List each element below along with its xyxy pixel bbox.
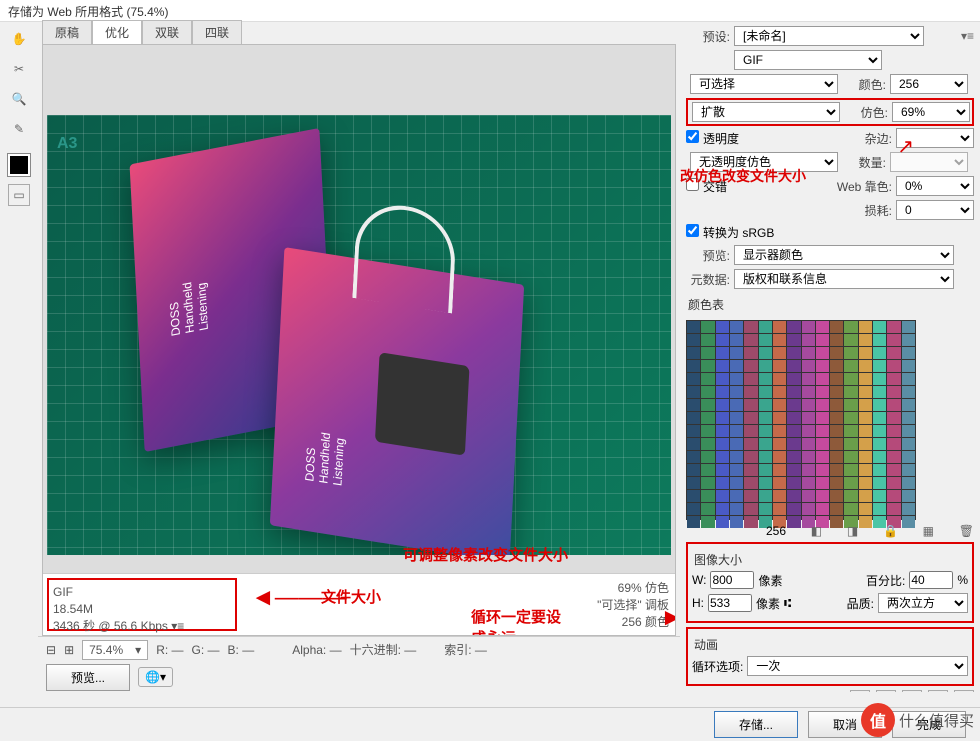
width-input[interactable] (710, 571, 754, 589)
last-frame-icon[interactable]: ⏭ (954, 690, 974, 692)
dither-highlight: 扩散 仿色: 69% (686, 98, 974, 126)
mat-label: A3 (57, 135, 77, 153)
foreground-swatch[interactable] (8, 154, 30, 176)
quality-select[interactable]: 两次立方 (878, 593, 968, 613)
lock-icon[interactable]: 🔒 (883, 524, 898, 538)
annotation-loop: 循环一定要设成永远 (471, 606, 575, 636)
new-icon[interactable]: ▦ (923, 524, 934, 538)
preview-canvas: A3 DOSSHandheldListening DOSSHandheldLis… (42, 44, 676, 636)
loop-select[interactable]: 一次 (747, 656, 968, 676)
height-input[interactable] (708, 594, 752, 612)
save-button[interactable]: 存储... (714, 711, 798, 738)
panel-menu-icon[interactable]: ▾≡ (961, 29, 974, 43)
ct-icon-2[interactable]: ◨ (847, 524, 858, 538)
transparency-check[interactable]: 透明度 (686, 130, 739, 147)
websnap-select[interactable]: 0% (896, 176, 974, 196)
preview-button[interactable]: 预览... (46, 664, 130, 691)
view-tabs: 原稿 优化 双联 四联 (38, 22, 680, 44)
tool-column: ✋ ✂ 🔍 ✎ ▭ (0, 22, 38, 692)
srgb-check[interactable]: 转换为 sRGB (686, 224, 774, 241)
hand-tool-icon[interactable]: ✋ (8, 28, 30, 50)
annotation-dither: 可改仿色改变文件大小 (680, 166, 806, 186)
status-bar: ⊟ ⊞ 75.4%▾ R: —G: —B: — Alpha: — 十六进制: —… (38, 636, 680, 662)
info-bar: GIF 18.54M 3436 秒 @ 56.6 Kbps ▾≡ 文件大小 ◄—… (43, 573, 675, 635)
footer: 存储... 取消 完成 (0, 707, 980, 741)
annotation-pixel: 可调整像素改变文件大小 (403, 544, 568, 565)
image-size-section: 图像大小 W:像素 百分比:% H:像素 ⑆ 品质:两次立方 (686, 542, 974, 623)
metadata-select[interactable]: 版权和联系信息 (734, 269, 954, 289)
preview-profile-select[interactable]: 显示器颜色 (734, 245, 954, 265)
lossy-select[interactable]: 0 (896, 200, 974, 220)
settings-panel: 预设: [未命名] ▾≡ GIF 可选择 颜色: 256 扩散 仿色: 69% … (680, 22, 980, 692)
tab-2up[interactable]: 双联 (142, 20, 192, 44)
tab-4up[interactable]: 四联 (192, 20, 242, 44)
preset-select[interactable]: [未命名] (734, 26, 924, 46)
trash-icon[interactable]: 🗑 (959, 524, 974, 538)
ct-icon-1[interactable]: ◧ (811, 524, 822, 538)
animation-section: 动画 循环选项: 一次 (686, 627, 974, 686)
link-icon[interactable]: ⑆ (784, 596, 791, 610)
color-table-title: 颜色表 (686, 293, 974, 316)
first-frame-icon[interactable]: ⏮ (850, 690, 870, 692)
dither-type-select[interactable]: 扩散 (692, 102, 840, 122)
slice-tool-icon[interactable]: ✂ (8, 58, 30, 80)
eyedropper-tool-icon[interactable]: ✎ (8, 118, 30, 140)
tab-original[interactable]: 原稿 (42, 20, 92, 44)
prev-frame-icon[interactable]: ◀ (876, 690, 896, 692)
window-title: 存储为 Web 所用格式 (75.4%) (0, 0, 980, 22)
dither-amount-select[interactable]: 69% (892, 102, 970, 122)
next-frame-icon[interactable]: ▶ (928, 690, 948, 692)
file-info-box: GIF 18.54M 3436 秒 @ 56.6 Kbps ▾≡ (47, 578, 237, 631)
zoom-out-icon[interactable]: ⊟ (46, 643, 56, 657)
frame-counter: 1/103 (814, 691, 844, 692)
color-table[interactable] (686, 320, 916, 520)
percent-input[interactable] (909, 571, 953, 589)
zoom-select[interactable]: 75.4%▾ (82, 640, 148, 660)
reduction-select[interactable]: 可选择 (690, 74, 838, 94)
colors-select[interactable]: 256 (890, 74, 968, 94)
zoom-tool-icon[interactable]: 🔍 (8, 88, 30, 110)
tab-optimized[interactable]: 优化 (92, 20, 142, 44)
format-select[interactable]: GIF (734, 50, 882, 70)
zoom-in-icon[interactable]: ⊞ (64, 643, 74, 657)
browser-icon[interactable]: 🌐▾ (138, 667, 173, 687)
play-icon[interactable]: ▶ (902, 690, 922, 692)
watermark: 值 什么值得买 (861, 703, 974, 737)
slice-visibility-icon[interactable]: ▭ (8, 184, 30, 206)
